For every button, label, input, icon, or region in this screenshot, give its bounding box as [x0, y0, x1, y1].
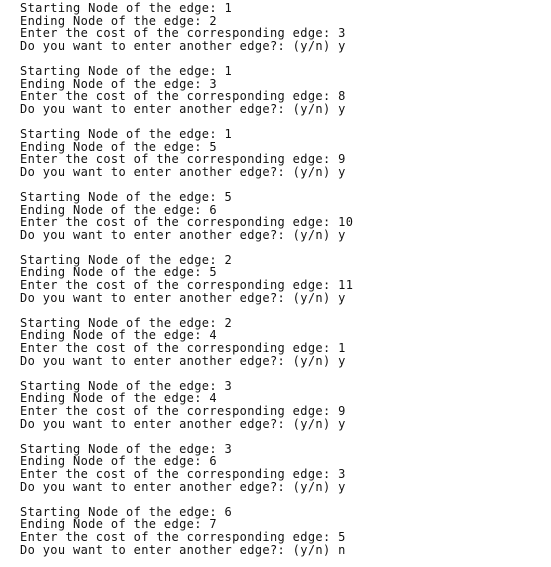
- continue-prompt-line: Do you want to enter another edge?: (y/n…: [20, 101, 346, 116]
- continue-prompt-line: Do you want to enter another edge?: (y/n…: [20, 353, 346, 368]
- starting-node-line: Starting Node of the edge: 1: [20, 63, 233, 78]
- edge-cost-line: Enter the cost of the corresponding edge…: [20, 26, 346, 41]
- edge-entry-block: Starting Node of the edge: 6 Ending Node…: [20, 506, 551, 556]
- edge-entry-block: Starting Node of the edge: 2 Ending Node…: [20, 317, 551, 367]
- edge-cost-line: Enter the cost of the corresponding edge…: [20, 215, 354, 230]
- continue-prompt-line: Do you want to enter another edge?: (y/n…: [20, 416, 346, 431]
- edge-entry-block: Starting Node of the edge: 2 Ending Node…: [20, 254, 551, 304]
- continue-prompt-line: Do you want to enter another edge?: (y/n…: [20, 479, 346, 494]
- edge-cost-line: Enter the cost of the corresponding edge…: [20, 404, 346, 418]
- edge-entry-block: Starting Node of the edge: 3 Ending Node…: [20, 443, 551, 493]
- continue-prompt-line: Do you want to enter another edge?: (y/n…: [20, 164, 346, 179]
- edge-entry-block: Starting Node of the edge: 3 Ending Node…: [20, 380, 551, 430]
- continue-prompt-line: Do you want to enter another edge?: (y/n…: [20, 227, 346, 242]
- starting-node-line: Starting Node of the edge: 1: [20, 126, 233, 141]
- continue-prompt-line: Do you want to enter another edge?: (y/n…: [20, 38, 346, 53]
- edge-cost-line: Enter the cost of the corresponding edge…: [20, 89, 346, 104]
- edge-cost-line: Enter the cost of the corresponding edge…: [20, 152, 346, 167]
- continue-prompt-line: Do you want to enter another edge?: (y/n…: [20, 290, 346, 305]
- edge-cost-line: Enter the cost of the corresponding edge…: [20, 466, 346, 481]
- edge-cost-line: Enter the cost of the corresponding edge…: [20, 529, 346, 544]
- console-output: Starting Node of the edge: 1 Ending Node…: [0, 0, 551, 567]
- starting-node-line: Starting Node of the edge: 1: [20, 1, 233, 15]
- edge-entry-block: Starting Node of the edge: 5 Ending Node…: [20, 191, 551, 241]
- edge-cost-line: Enter the cost of the corresponding edge…: [20, 278, 354, 293]
- edge-entry-block: Starting Node of the edge: 1 Ending Node…: [20, 128, 551, 178]
- edge-entry-block: Starting Node of the edge: 1 Ending Node…: [20, 2, 551, 52]
- edge-cost-line: Enter the cost of the corresponding edge…: [20, 341, 346, 356]
- starting-node-line: Starting Node of the edge: 5: [20, 189, 233, 204]
- edge-entry-block: Starting Node of the edge: 1 Ending Node…: [20, 65, 551, 115]
- continue-prompt-line: Do you want to enter another edge?: (y/n…: [20, 542, 346, 557]
